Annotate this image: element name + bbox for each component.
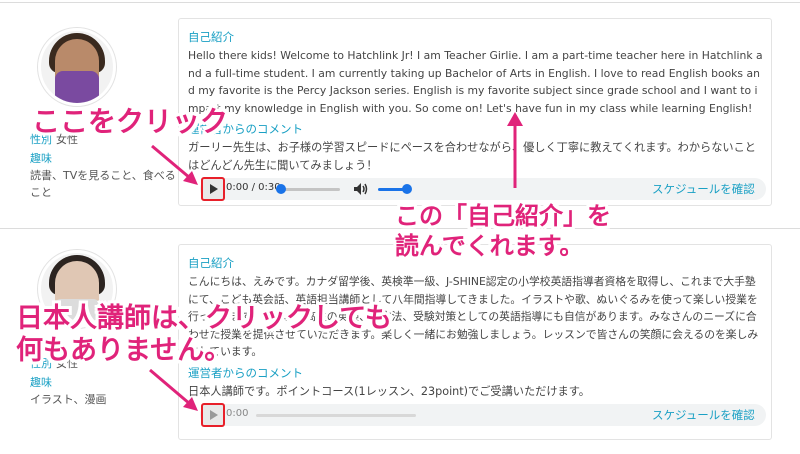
top-divider	[0, 2, 800, 3]
play-icon	[210, 410, 218, 420]
player-time: 0:00 / 0:30	[226, 182, 281, 193]
intro-title: 自己紹介	[188, 30, 234, 44]
schedule-link[interactable]: スケジュールを確認	[652, 407, 755, 423]
hobby-label: 趣味	[30, 376, 52, 389]
player-time: 0:00	[226, 408, 249, 419]
comment-text: ガーリー先生は、お子様の学習スピードにペースを合わせながら、優しく丁寧に教えてく…	[188, 141, 756, 172]
annotation-click-here: ここをクリック	[32, 105, 229, 138]
comment-title: 運営者からのコメント	[188, 366, 303, 380]
annotation-japanese-line2: 何もありません。	[16, 335, 232, 366]
play-button[interactable]	[201, 403, 225, 427]
play-icon	[210, 184, 218, 194]
comment-text: 日本人講師です。ポイントコース(1レッスン、23point)でご受講いただけます…	[188, 385, 590, 398]
progress-track	[256, 414, 416, 417]
teacher-profile-side: 性別 女性 趣味 読書、TVを見ること、食べること	[30, 131, 180, 201]
play-button[interactable]	[201, 177, 225, 201]
intro-text: Hello there kids! Welcome to Hatchlink J…	[188, 49, 763, 115]
progress-track[interactable]	[280, 188, 340, 191]
annotation-reads-intro-line2: 読んでくれます。	[395, 232, 584, 260]
progress-handle[interactable]	[276, 184, 286, 194]
volume-handle[interactable]	[402, 184, 412, 194]
hobby-value: 読書、TVを見ること、食べること	[30, 169, 176, 199]
comment-title: 運営者からのコメント	[188, 122, 303, 136]
schedule-link[interactable]: スケジュールを確認	[652, 181, 755, 197]
volume-icon[interactable]	[354, 183, 368, 195]
hobby-value: イラスト、漫画	[30, 393, 107, 406]
teacher-avatar	[38, 28, 116, 106]
hobby-label: 趣味	[30, 152, 52, 165]
